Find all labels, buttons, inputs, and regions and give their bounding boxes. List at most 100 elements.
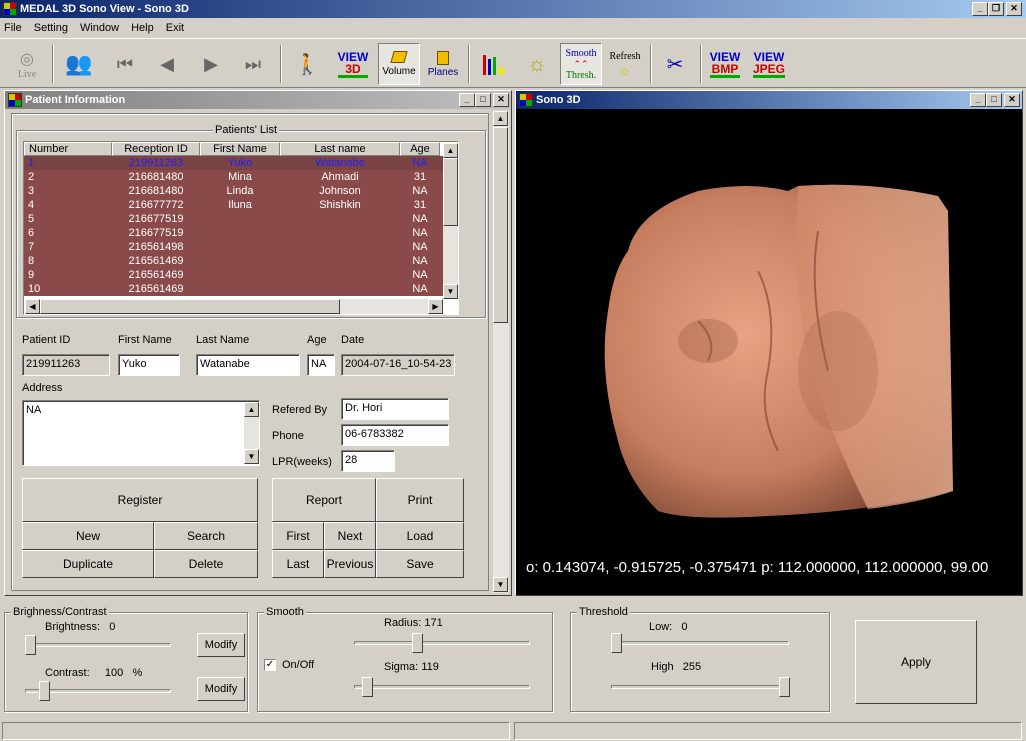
save-button[interactable]: Save xyxy=(376,550,464,578)
table-row[interactable]: 5 216677519 NA xyxy=(24,212,458,226)
phone-field[interactable]: 06-6783382 xyxy=(341,424,449,446)
lpr-field[interactable]: 28 xyxy=(341,450,395,472)
patient-close-button[interactable]: ✕ xyxy=(493,93,509,107)
sono-close-button[interactable]: ✕ xyxy=(1004,93,1020,107)
first-button[interactable]: First xyxy=(272,522,324,550)
delete-button[interactable]: Delete xyxy=(154,550,258,578)
address-scrollbar[interactable]: ▲ ▼ xyxy=(244,402,259,464)
menu-file[interactable]: File xyxy=(4,22,22,34)
patients-button[interactable]: 👥 xyxy=(60,43,98,85)
table-row[interactable]: 7 216561498 NA xyxy=(24,240,458,254)
table-row[interactable]: 6 216677519 NA xyxy=(24,226,458,240)
table-scroll-up[interactable]: ▲ xyxy=(443,143,458,158)
column-age[interactable]: Age xyxy=(400,142,440,156)
view-bmp-button[interactable]: VIEW BMP xyxy=(706,43,744,85)
table-hscroll-thumb[interactable] xyxy=(40,299,340,314)
table-row[interactable]: 1 219911263 Yuko Watanabe NA xyxy=(24,156,458,170)
date-field[interactable]: 2004-07-16_10-54-23 xyxy=(341,354,455,376)
previous-button[interactable]: Previous xyxy=(324,550,376,578)
menu-setting[interactable]: Setting xyxy=(34,22,68,34)
radius-slider-track[interactable] xyxy=(354,641,530,645)
refered-by-field[interactable]: Dr. Hori xyxy=(341,398,449,420)
table-scroll-left[interactable]: ◀ xyxy=(25,299,40,314)
last-frame-button[interactable]: ⏭ xyxy=(234,43,272,85)
brightness-modify-button[interactable]: Modify xyxy=(197,633,245,657)
age-field[interactable]: NA xyxy=(307,354,335,376)
scroll-thumb[interactable] xyxy=(493,127,508,323)
color-levels-button[interactable] xyxy=(474,43,512,85)
low-slider-thumb[interactable] xyxy=(611,633,622,653)
patient-scrollbar[interactable]: ▲ ▼ xyxy=(493,111,509,593)
smooth-onoff-checkbox[interactable]: ✓ xyxy=(264,659,276,671)
sigma-slider-track[interactable] xyxy=(354,685,530,689)
sigma-slider-thumb[interactable] xyxy=(362,677,373,697)
volume-button[interactable]: Volume xyxy=(378,43,420,85)
smooth-thresh-button[interactable]: Smooth ⌃⌃ Thresh. xyxy=(560,43,602,85)
table-scroll-down[interactable]: ▼ xyxy=(443,284,458,299)
table-scroll-thumb[interactable] xyxy=(443,158,458,226)
low-slider-track[interactable] xyxy=(611,641,789,645)
table-row[interactable]: 9 216561469 NA xyxy=(24,268,458,282)
address-scroll-up[interactable]: ▲ xyxy=(244,402,259,417)
new-button[interactable]: New xyxy=(22,522,154,550)
next-button[interactable]: Next xyxy=(324,522,376,550)
first-name-field[interactable]: Yuko xyxy=(118,354,180,376)
patient-minimize-button[interactable]: _ xyxy=(459,93,475,107)
search-button[interactable]: Search xyxy=(154,522,258,550)
register-button[interactable]: Register xyxy=(22,478,258,522)
first-frame-button[interactable]: ⏮ xyxy=(106,43,144,85)
close-button[interactable]: ✕ xyxy=(1006,2,1022,16)
age-label: Age xyxy=(307,334,327,346)
table-row[interactable]: 3 216681480 Linda Johnson NA xyxy=(24,184,458,198)
sono-maximize-button[interactable]: □ xyxy=(986,93,1002,107)
refresh-button[interactable]: Refresh ☼ xyxy=(604,43,646,85)
print-button[interactable]: Print xyxy=(376,478,464,522)
column-first-name[interactable]: First Name xyxy=(200,142,280,156)
next-frame-button[interactable]: ▶ xyxy=(192,43,230,85)
table-row[interactable]: 4 216677772 Iluna Shishkin 31 xyxy=(24,198,458,212)
restore-button[interactable]: ❐ xyxy=(988,2,1004,16)
menu-help[interactable]: Help xyxy=(131,22,154,34)
last-button[interactable]: Last xyxy=(272,550,324,578)
table-hscrollbar[interactable]: ◀ ▶ xyxy=(25,299,443,314)
contrast-slider-thumb[interactable] xyxy=(39,681,50,701)
scroll-up-button[interactable]: ▲ xyxy=(493,111,508,126)
high-slider-thumb[interactable] xyxy=(779,677,790,697)
patient-enter-button[interactable]: 🚶 xyxy=(288,43,326,85)
report-button[interactable]: Report xyxy=(272,478,376,522)
table-vscrollbar[interactable]: ▲ ▼ xyxy=(443,143,458,299)
view-3d-button[interactable]: VIEW 3D xyxy=(334,43,372,85)
radius-slider-thumb[interactable] xyxy=(412,633,423,653)
table-scroll-right[interactable]: ▶ xyxy=(428,299,443,314)
column-number[interactable]: Number xyxy=(24,142,112,156)
prev-frame-button[interactable]: ◀ xyxy=(148,43,186,85)
sono-minimize-button[interactable]: _ xyxy=(970,93,986,107)
table-row[interactable]: 8 216561469 NA xyxy=(24,254,458,268)
sono-3d-viewport[interactable]: o: 0.143074, -0.915725, -0.375471 p: 112… xyxy=(518,111,1020,593)
load-button[interactable]: Load xyxy=(376,522,464,550)
cut-button[interactable]: ✂ xyxy=(656,43,694,85)
table-row[interactable]: 10 216561469 NA xyxy=(24,282,458,296)
scroll-down-button[interactable]: ▼ xyxy=(493,577,508,592)
address-textarea[interactable]: NA xyxy=(22,400,260,466)
brightness-slider-track[interactable] xyxy=(25,643,171,647)
patient-maximize-button[interactable]: □ xyxy=(475,93,491,107)
duplicate-button[interactable]: Duplicate xyxy=(22,550,154,578)
minimize-button[interactable]: _ xyxy=(972,2,988,16)
table-row[interactable]: 2 216681480 Mina Ahmadi 31 xyxy=(24,170,458,184)
address-scroll-down[interactable]: ▼ xyxy=(244,449,259,464)
high-slider-track[interactable] xyxy=(611,685,789,689)
menu-exit[interactable]: Exit xyxy=(166,22,184,34)
last-name-field[interactable]: Watanabe xyxy=(196,354,300,376)
column-reception-id[interactable]: Reception ID xyxy=(112,142,200,156)
menu-window[interactable]: Window xyxy=(80,22,119,34)
brightness-button[interactable]: ☼ xyxy=(518,43,556,85)
live-button[interactable]: ◎ Live xyxy=(8,43,46,85)
brightness-slider-thumb[interactable] xyxy=(25,635,36,655)
column-last-name[interactable]: Last name xyxy=(280,142,400,156)
patient-id-field[interactable]: 219911263 xyxy=(22,354,110,376)
contrast-modify-button[interactable]: Modify xyxy=(197,677,245,701)
view-jpeg-button[interactable]: VIEW JPEG xyxy=(750,43,788,85)
planes-button[interactable]: Planes xyxy=(422,43,464,85)
apply-button[interactable]: Apply xyxy=(855,620,977,704)
